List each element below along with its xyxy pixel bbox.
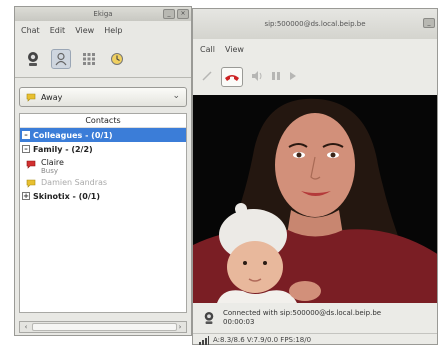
scrollbar-thumb[interactable]: [32, 323, 177, 331]
menubar: Chat Edit View Help: [15, 23, 191, 39]
pickup-icon[interactable]: [201, 70, 213, 84]
scroll-right-icon[interactable]: ›: [175, 323, 185, 331]
remote-video-image: [193, 95, 437, 303]
contacts-window-titlebar[interactable]: Ekiga _ ×: [15, 7, 191, 21]
window-title: sip:500000@ds.local.beip.be: [264, 20, 366, 28]
toolbar-separator: [15, 77, 191, 78]
menu-call[interactable]: Call: [200, 43, 215, 57]
menu-help[interactable]: Help: [104, 23, 122, 39]
expander-icon[interactable]: +: [22, 192, 30, 200]
busy-icon: [26, 160, 36, 169]
menu-edit[interactable]: Edit: [50, 23, 66, 39]
speaker-icon[interactable]: [251, 71, 263, 83]
close-button[interactable]: ×: [177, 9, 189, 19]
group-label: Skinotix - (0/1): [33, 191, 100, 201]
hangup-button[interactable]: [221, 67, 243, 87]
group-row-skinotix[interactable]: + Skinotix - (0/1): [20, 189, 186, 203]
away-icon: [26, 93, 36, 102]
contacts-header: Contacts: [20, 114, 186, 128]
contacts-list: Contacts – Colleagues - (0/1) – Family -…: [19, 113, 187, 313]
call-history-icon[interactable]: [107, 49, 127, 69]
contact-status: Busy: [41, 167, 59, 175]
scroll-left-icon[interactable]: ‹: [21, 323, 31, 331]
presence-label: Away: [41, 92, 63, 102]
group-label: Colleagues - (0/1): [33, 130, 113, 140]
webcam-icon[interactable]: [23, 49, 43, 69]
presence-select[interactable]: Away ⌄: [19, 87, 187, 107]
signal-strength-icon: [199, 335, 209, 345]
transfer-icon[interactable]: [289, 71, 297, 83]
dialpad-icon[interactable]: [79, 49, 99, 69]
expander-icon[interactable]: –: [22, 131, 30, 139]
webcam-icon: [204, 312, 214, 324]
stream-stats: A:8.3/8.6 V:7.9/0.0 FPS:18/0: [213, 336, 312, 344]
contact-item[interactable]: Damien Sandras: [20, 175, 186, 189]
minimize-button[interactable]: _: [163, 9, 175, 19]
chevron-down-icon: ⌄: [172, 91, 180, 101]
horizontal-scrollbar[interactable]: ‹ ›: [19, 321, 187, 333]
minimize-button[interactable]: _: [423, 18, 435, 28]
menu-view[interactable]: View: [225, 43, 244, 57]
menu-view[interactable]: View: [75, 23, 94, 39]
expander-icon[interactable]: –: [22, 145, 30, 153]
hold-icon[interactable]: [271, 71, 281, 83]
group-label: Family - (2/2): [33, 144, 93, 154]
window-title: Ekiga: [93, 10, 113, 18]
contact-item[interactable]: Claire Busy: [20, 156, 186, 175]
call-toolbar: [193, 63, 437, 91]
contacts-window: Ekiga _ × Chat Edit View Help Away ⌄ Con…: [14, 6, 192, 336]
group-row-family[interactable]: – Family - (2/2): [20, 142, 186, 156]
call-window-titlebar[interactable]: sip:500000@ds.local.beip.be _: [193, 9, 437, 39]
contact-name: Damien Sandras: [41, 178, 108, 187]
contact-name: Claire: [41, 158, 64, 167]
toolbar: [15, 45, 191, 73]
call-status-area: Connected with sip:500000@ds.local.beip.…: [193, 305, 437, 331]
connection-status: Connected with sip:500000@ds.local.beip.…: [223, 309, 382, 317]
group-row-colleagues[interactable]: – Colleagues - (0/1): [20, 128, 186, 142]
video-display: [193, 95, 437, 303]
menubar: Call View: [193, 43, 437, 57]
menu-chat[interactable]: Chat: [21, 23, 40, 39]
call-duration: 00:00:03: [223, 318, 255, 326]
contacts-view-icon[interactable]: [51, 49, 71, 69]
statusbar: A:8.3/8.6 V:7.9/0.0 FPS:18/0: [193, 333, 437, 345]
hangup-icon: [225, 75, 239, 81]
call-window: sip:500000@ds.local.beip.be _ Call View: [192, 8, 438, 345]
away-icon: [26, 179, 36, 188]
